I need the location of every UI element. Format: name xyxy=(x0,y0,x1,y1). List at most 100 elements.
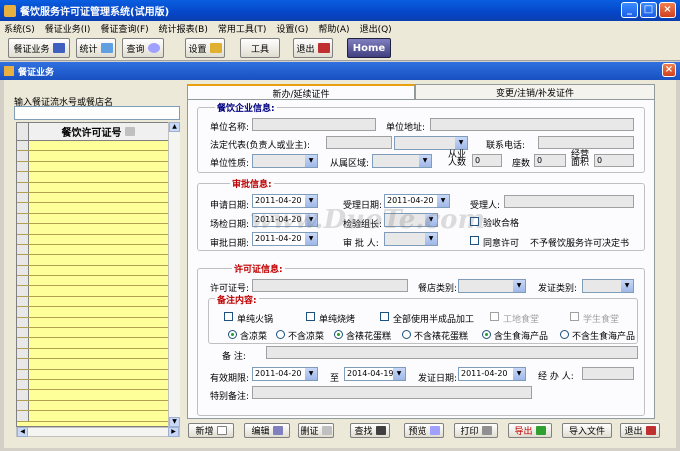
special-remark-input[interactable] xyxy=(252,386,532,399)
list-item[interactable] xyxy=(17,151,179,162)
cold-dish-label: 含凉菜 xyxy=(240,332,268,342)
settings-button[interactable]: 设置 xyxy=(185,38,225,58)
cold-dish-radio[interactable] xyxy=(228,330,237,339)
staff-input[interactable]: 0 xyxy=(472,154,502,167)
scroll-down-button[interactable]: ▼ xyxy=(169,417,180,427)
menu-exit[interactable]: 退出(Q) xyxy=(360,22,392,35)
stats-button[interactable]: 统计 xyxy=(76,38,116,58)
menu-reports[interactable]: 统计报表(B) xyxy=(159,22,208,35)
no-raw-seafood-radio[interactable] xyxy=(560,330,569,339)
sub-close-button[interactable]: × xyxy=(662,63,676,77)
no-cold-dish-radio[interactable] xyxy=(276,330,285,339)
list-item[interactable] xyxy=(17,172,179,183)
list-item[interactable] xyxy=(17,182,179,193)
print-button[interactable]: 打印 xyxy=(454,423,498,438)
list-item[interactable] xyxy=(17,141,179,152)
list-item[interactable] xyxy=(17,213,179,225)
handler-input[interactable] xyxy=(582,367,634,380)
unit-name-input[interactable] xyxy=(252,118,376,131)
raw-seafood-radio[interactable] xyxy=(482,330,491,339)
minimize-button[interactable]: _ xyxy=(621,2,638,18)
find-button[interactable]: 查找 xyxy=(350,423,390,438)
list-item[interactable] xyxy=(17,348,179,360)
import-button[interactable]: 导入文件 xyxy=(562,423,612,438)
no-cake-radio[interactable] xyxy=(402,330,411,339)
quit-button[interactable]: 退出 xyxy=(620,423,660,438)
scroll-up-button[interactable]: ▲ xyxy=(169,122,180,132)
list-item[interactable] xyxy=(17,276,179,287)
shop-type-combo[interactable]: ▼ xyxy=(458,279,526,293)
legal-rep-input[interactable] xyxy=(326,136,392,149)
list-item[interactable] xyxy=(17,234,179,245)
student-canteen-checkbox[interactable] xyxy=(570,312,579,321)
list-item[interactable] xyxy=(17,244,179,256)
menu-system[interactable]: 系统(S) xyxy=(4,22,35,35)
scroll-left-button[interactable]: ◀ xyxy=(17,427,28,437)
list-item[interactable] xyxy=(17,400,179,412)
business-area-input[interactable]: 0 xyxy=(594,154,634,167)
list-item[interactable] xyxy=(17,307,179,318)
query-button[interactable]: 查询 xyxy=(122,38,164,58)
phone-input[interactable] xyxy=(538,136,634,149)
list-item[interactable] xyxy=(17,338,179,349)
exit-button[interactable]: 退出 xyxy=(293,38,333,58)
list-item[interactable] xyxy=(17,161,179,173)
license-list[interactable]: 餐饮许可证号 xyxy=(16,122,180,427)
edit-button[interactable]: 编辑 xyxy=(244,423,290,438)
list-item[interactable] xyxy=(17,379,179,391)
bbq-checkbox[interactable] xyxy=(306,312,315,321)
list-item[interactable] xyxy=(17,317,179,329)
business-button[interactable]: 餐证业务 xyxy=(8,38,70,58)
list-item[interactable] xyxy=(17,265,179,277)
unit-address-input[interactable] xyxy=(430,118,634,131)
settings-label: 设置 xyxy=(188,44,207,55)
list-horizontal-scrollbar[interactable]: ◀ ▶ xyxy=(16,427,180,437)
cake-radio[interactable] xyxy=(334,330,343,339)
export-button[interactable]: 导出 xyxy=(508,423,552,438)
tab-new-renew[interactable]: 新办/延续证件 xyxy=(187,84,415,100)
scroll-right-button[interactable]: ▶ xyxy=(168,427,179,437)
list-item[interactable] xyxy=(17,411,179,422)
tools-button[interactable]: 工具 xyxy=(240,38,280,58)
agree-checkbox[interactable] xyxy=(470,236,479,245)
preview-button[interactable]: 预览 xyxy=(404,423,444,438)
seats-input[interactable]: 0 xyxy=(534,154,566,167)
hotpot-checkbox[interactable] xyxy=(224,312,233,321)
site-canteen-checkbox[interactable] xyxy=(490,312,499,321)
list-item[interactable] xyxy=(17,203,179,214)
list-item[interactable] xyxy=(17,286,179,297)
list-item[interactable] xyxy=(17,328,179,339)
delete-button[interactable]: 删证 xyxy=(298,423,334,438)
note-input[interactable] xyxy=(266,346,638,359)
list-item[interactable] xyxy=(17,296,179,308)
add-button[interactable]: 新增 xyxy=(188,423,234,438)
list-item[interactable] xyxy=(17,255,179,266)
list-item[interactable] xyxy=(17,359,179,370)
close-button[interactable]: × xyxy=(659,2,676,18)
list-header[interactable]: 餐饮许可证号 xyxy=(17,123,179,141)
legal-rep-combo[interactable]: ▼ xyxy=(394,136,468,150)
valid-from-picker[interactable]: 2011-04-20 ▼ xyxy=(252,367,318,381)
list-item[interactable] xyxy=(17,390,179,401)
search-input[interactable] xyxy=(14,106,180,120)
list-item[interactable] xyxy=(17,224,179,235)
issue-date-picker[interactable]: 2011-04-20 ▼ xyxy=(458,367,526,381)
valid-to-picker[interactable]: 2014-04-19 ▼ xyxy=(344,367,406,381)
list-vertical-scrollbar[interactable]: ▲ ▼ xyxy=(168,122,180,427)
tab-change-cancel[interactable]: 变更/注销/补发证件 xyxy=(415,84,655,99)
acceptor-input[interactable] xyxy=(504,195,634,208)
list-item[interactable] xyxy=(17,369,179,380)
home-button[interactable]: Home xyxy=(347,38,391,58)
unit-nature-combo[interactable]: ▼ xyxy=(252,154,318,168)
menu-help[interactable]: 帮助(A) xyxy=(318,22,349,35)
menu-tools[interactable]: 常用工具(T) xyxy=(218,22,267,35)
menu-business[interactable]: 餐证业务(I) xyxy=(45,22,91,35)
list-item[interactable] xyxy=(17,192,179,204)
issue-type-combo[interactable]: ▼ xyxy=(582,279,634,293)
semi-finished-checkbox[interactable] xyxy=(380,312,389,321)
area-combo[interactable]: ▼ xyxy=(372,154,432,168)
license-no-input[interactable] xyxy=(252,279,408,292)
menu-settings[interactable]: 设置(G) xyxy=(276,22,308,35)
menu-query[interactable]: 餐证查询(F) xyxy=(100,22,148,35)
maximize-button[interactable]: □ xyxy=(640,2,657,18)
